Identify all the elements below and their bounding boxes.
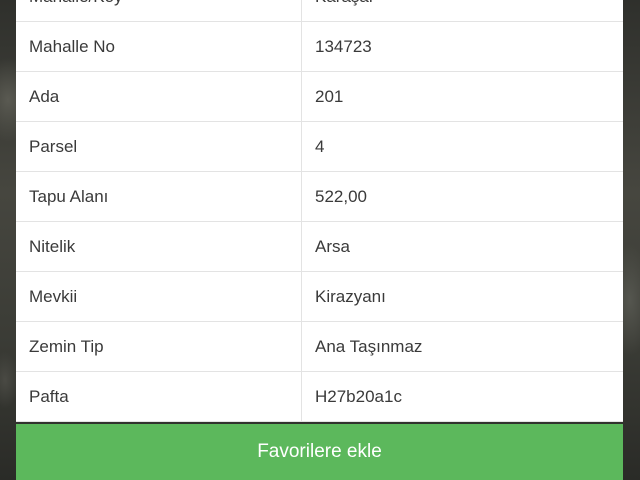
table-row: Pafta H27b20a1c bbox=[16, 372, 623, 422]
row-label: Mahalle/Köy bbox=[16, 0, 302, 21]
row-label: Mahalle No bbox=[16, 22, 302, 71]
add-to-favorites-button[interactable]: Favorilere ekle bbox=[16, 424, 623, 480]
row-value: Karaşar bbox=[302, 0, 623, 21]
table-row: Mahalle No 134723 bbox=[16, 22, 623, 72]
row-value: 4 bbox=[315, 136, 325, 156]
table-row: Zemin Tip Ana Taşınmaz bbox=[16, 322, 623, 372]
table-row: Tapu Alanı 522,00 bbox=[16, 172, 623, 222]
table-row: Parsel 4 bbox=[16, 122, 623, 172]
row-value: 201 bbox=[315, 86, 344, 106]
row-label: Zemin Tip bbox=[16, 322, 302, 371]
row-value: H27b20a1c bbox=[315, 386, 402, 406]
row-value: Kirazyanı bbox=[315, 286, 386, 306]
row-value: 134723 bbox=[315, 36, 372, 56]
table-row: Nitelik Arsa bbox=[16, 222, 623, 272]
row-value: Ana Taşınmaz bbox=[315, 336, 423, 356]
row-label: Tapu Alanı bbox=[16, 172, 302, 221]
add-to-favorites-label: Favorilere ekle bbox=[257, 441, 382, 462]
parcel-info-table: Mahalle/Köy Karaşar Mahalle No 134723 Ad… bbox=[16, 0, 623, 422]
row-label: Mevkii bbox=[16, 272, 302, 321]
row-label: Ada bbox=[16, 72, 302, 121]
row-label: Nitelik bbox=[16, 222, 302, 271]
table-row: Ada 201 bbox=[16, 72, 623, 122]
table-row: Mevkii Kirazyanı bbox=[16, 272, 623, 322]
row-value: 522,00 bbox=[315, 186, 367, 206]
row-value: Arsa bbox=[315, 236, 350, 256]
row-label: Pafta bbox=[16, 372, 302, 421]
table-row: Mahalle/Köy Karaşar bbox=[16, 0, 623, 22]
row-label: Parsel bbox=[16, 122, 302, 171]
